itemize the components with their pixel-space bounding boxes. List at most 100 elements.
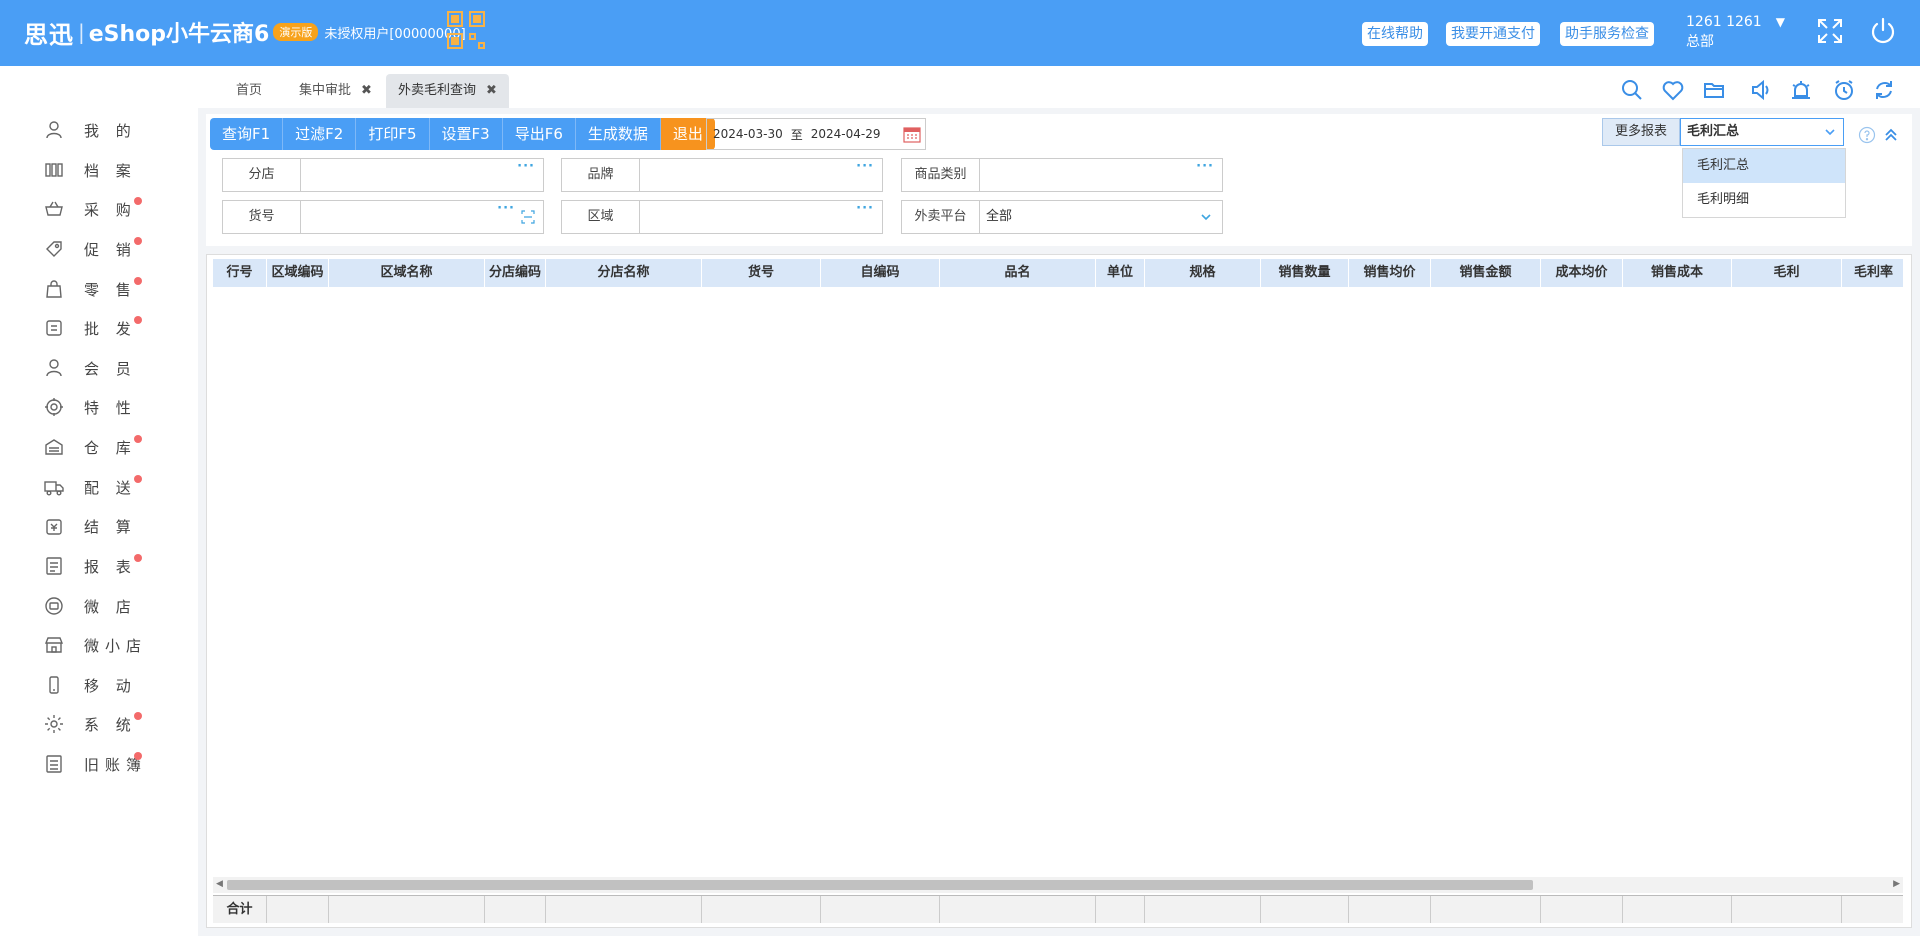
branch-picker-icon[interactable]: ··· — [517, 159, 535, 174]
fullscreen-icon[interactable] — [1815, 16, 1845, 46]
query-button[interactable]: 查询F1 — [210, 118, 284, 150]
column-header[interactable]: 规格 — [1145, 259, 1261, 287]
date-end[interactable]: 2024-04-29 — [811, 127, 881, 141]
sidebar-item-mobile[interactable]: 移 动 — [44, 671, 164, 699]
sidebar-item-delivery[interactable]: 配 送 — [44, 473, 164, 501]
column-header[interactable]: 自编码 — [821, 259, 940, 287]
tag-icon — [46, 241, 62, 257]
scroll-left-icon[interactable]: ◀ — [216, 879, 223, 889]
sidebar-item-promotion[interactable]: 促 销 — [44, 235, 164, 263]
sidebar-item-archive[interactable]: 档 案 — [44, 156, 164, 184]
column-header[interactable]: 分店编码 — [485, 259, 546, 287]
dropdown-option-profit-detail[interactable]: 毛利明细 — [1683, 183, 1845, 217]
online-help-button[interactable]: 在线帮助 — [1362, 22, 1428, 46]
truck-icon — [44, 481, 64, 496]
wechat-shop-icon — [45, 597, 63, 615]
column-header[interactable]: 货号 — [702, 259, 821, 287]
close-icon[interactable]: ✖ — [486, 83, 497, 98]
column-header[interactable]: 品名 — [940, 259, 1096, 287]
region-input[interactable] — [640, 201, 882, 233]
scroll-right-icon[interactable]: ▶ — [1893, 879, 1900, 889]
filter-button[interactable]: 过滤F2 — [283, 118, 357, 150]
column-header[interactable]: 销售数量 — [1261, 259, 1349, 287]
horizontal-scrollbar[interactable]: ◀ ▶ — [213, 877, 1903, 893]
help-icon[interactable] — [1858, 126, 1876, 144]
announcement-icon[interactable] — [1749, 78, 1773, 102]
date-start[interactable]: 2024-03-30 — [713, 127, 783, 141]
sidebar-item-wholesale[interactable]: 批 发 — [44, 314, 164, 342]
close-icon[interactable]: ✖ — [361, 83, 372, 98]
column-header[interactable]: 区域名称 — [329, 259, 485, 287]
sidebar-item-wechat-shop[interactable]: 微 店 — [44, 592, 164, 620]
print-button[interactable]: 打印F5 — [356, 118, 430, 150]
column-header[interactable]: 成本均价 — [1541, 259, 1623, 287]
scan-icon[interactable] — [521, 210, 535, 224]
export-button[interactable]: 导出F6 — [502, 118, 576, 150]
brand-field[interactable]: 品牌 ··· — [561, 158, 883, 192]
column-header[interactable]: 单位 — [1096, 259, 1145, 287]
alarm-icon[interactable] — [1789, 78, 1813, 102]
dropdown-option-profit-summary[interactable]: 毛利汇总 — [1683, 149, 1845, 183]
account-menu[interactable]: 1261 1261 ▼ 总部 — [1686, 12, 1785, 52]
column-header[interactable]: 销售均价 — [1349, 259, 1431, 287]
footer-cell — [1431, 896, 1541, 923]
sidebar-item-system[interactable]: 系 统 — [44, 710, 164, 738]
sidebar-item-feature[interactable]: 特 性 — [44, 393, 164, 421]
date-range-field[interactable]: 2024-03-30 至 2024-04-29 — [706, 118, 926, 150]
tab-central-approval[interactable]: 集中审批 ✖ — [299, 74, 372, 108]
clock-icon[interactable] — [1832, 78, 1856, 102]
platform-field[interactable]: 外卖平台 全部 — [901, 200, 1223, 234]
sidebar-item-report[interactable]: 报 表 — [44, 552, 164, 580]
sidebar-item-warehouse[interactable]: 仓 库 — [44, 433, 164, 461]
item-no-field[interactable]: 货号 ··· — [222, 200, 544, 234]
sidebar-item-retail[interactable]: 零 售 — [44, 275, 164, 303]
mini-shop-icon — [44, 637, 64, 653]
category-picker-icon[interactable]: ··· — [1196, 159, 1214, 174]
sidebar-item-member[interactable]: 会 员 — [44, 354, 164, 382]
item-no-picker-icon[interactable]: ··· — [497, 201, 515, 216]
platform-select[interactable]: 全部 — [980, 201, 1222, 233]
generate-data-button[interactable]: 生成数据 — [575, 118, 661, 150]
mobile-icon — [49, 676, 59, 694]
category-input[interactable] — [980, 159, 1222, 191]
branch-field[interactable]: 分店 ··· — [222, 158, 544, 192]
sidebar-item-mine[interactable]: 我 的 — [44, 116, 164, 144]
open-payment-button[interactable]: 我要开通支付 — [1446, 22, 1540, 46]
sidebar-item-mini-shop[interactable]: 微小店 — [44, 631, 164, 659]
product-name: eShop小牛云商6 — [88, 22, 270, 47]
notification-dot — [134, 277, 142, 285]
tab-takeout-profit-query[interactable]: 外卖毛利查询 ✖ — [386, 74, 509, 108]
search-icon[interactable] — [1620, 78, 1644, 102]
sidebar-item-settlement[interactable]: 结 算 — [44, 512, 164, 540]
scrollbar-thumb[interactable] — [227, 880, 1533, 890]
settings-button[interactable]: 设置F3 — [429, 118, 503, 150]
calendar-icon[interactable] — [903, 125, 921, 143]
qrcode-icon[interactable] — [446, 10, 486, 50]
folder-icon[interactable] — [1702, 78, 1726, 102]
column-header[interactable]: 毛利 — [1732, 259, 1842, 287]
sidebar-item-purchase[interactable]: 采 购 — [44, 195, 164, 223]
brand-picker-icon[interactable]: ··· — [856, 159, 874, 174]
column-header[interactable]: 区域编码 — [267, 259, 329, 287]
license-user: 未授权用户[00000000] — [324, 26, 466, 42]
more-reports-select[interactable]: 毛利汇总 — [1680, 118, 1844, 146]
refresh-icon[interactable] — [1872, 78, 1896, 102]
branch-input[interactable] — [301, 159, 543, 191]
collapse-up-icon[interactable] — [1882, 126, 1900, 144]
brand-input[interactable] — [640, 159, 882, 191]
column-header[interactable]: 销售金额 — [1431, 259, 1541, 287]
chevron-down-icon[interactable] — [1200, 211, 1212, 223]
assistant-check-button[interactable]: 助手服务检查 — [1560, 22, 1654, 46]
power-icon[interactable] — [1868, 16, 1898, 46]
column-header[interactable]: 分店名称 — [546, 259, 702, 287]
region-field[interactable]: 区域 ··· — [561, 200, 883, 234]
tab-home[interactable]: 首页 — [236, 74, 262, 108]
region-picker-icon[interactable]: ··· — [856, 201, 874, 216]
category-field[interactable]: 商品类别 ··· — [901, 158, 1223, 192]
column-header[interactable]: 行号 — [213, 259, 267, 287]
sidebar-item-old-ledger[interactable]: 旧账簿 — [44, 750, 164, 778]
favorite-icon[interactable] — [1661, 78, 1685, 102]
column-header[interactable]: 毛利率 — [1842, 259, 1903, 287]
column-header[interactable]: 销售成本 — [1623, 259, 1732, 287]
notification-dot — [134, 237, 142, 245]
